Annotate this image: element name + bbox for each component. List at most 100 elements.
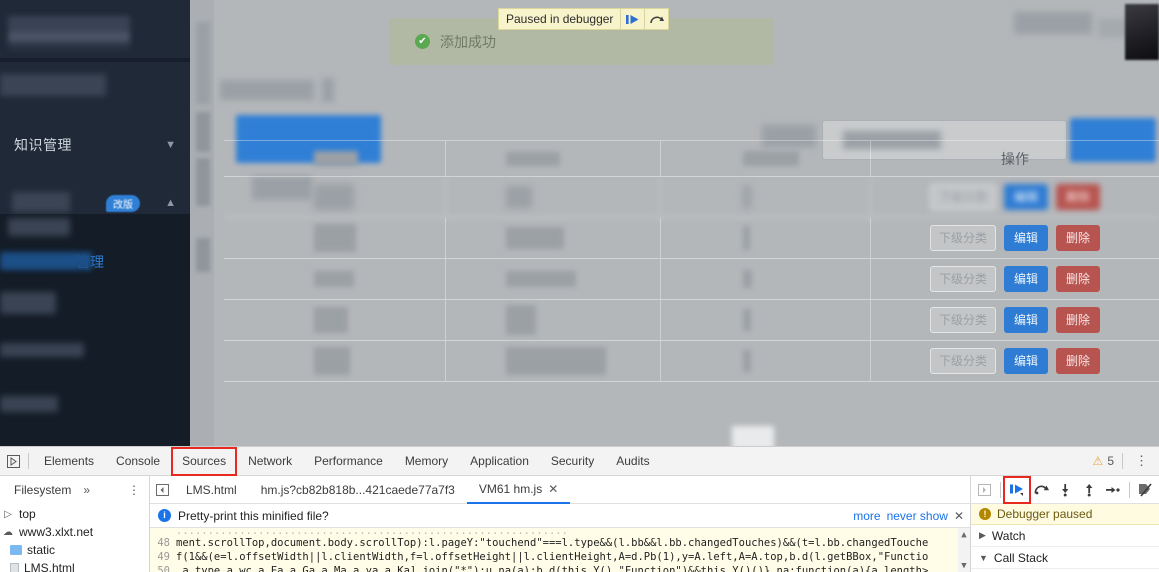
never-show-link[interactable]: never show — [887, 509, 948, 523]
sidebar-item-label: 知识管理 — [14, 137, 72, 153]
resume-script-execution-icon[interactable] — [1003, 475, 1031, 504]
tab-memory[interactable]: Memory — [394, 447, 459, 476]
table-header-cell-3 — [661, 141, 871, 176]
cell-blur — [506, 347, 606, 375]
debugger-paused-banner: ! Debugger paused — [971, 504, 1159, 525]
data-table: 操作 下级分类 编辑 删除 下级分类 编辑 删除 下级分类 编辑 删除 下级分类… — [224, 140, 1159, 446]
more-link[interactable]: more — [853, 509, 880, 523]
pane-call-stack[interactable]: ▼ Call Stack — [971, 547, 1159, 569]
editor-scrollbar[interactable]: ▲ ▼ — [958, 528, 970, 572]
folder-icon — [10, 545, 22, 555]
sidebar-subitem-blurred-2[interactable] — [0, 292, 56, 314]
code-view[interactable]: ;;;;;;;;;;;;;;;;;;;;;;;;;;;;;;;;;;;;;;;;… — [150, 528, 970, 572]
table-row: 下级分类 编辑 删除 — [224, 177, 1159, 218]
page-overlay-backdrop — [190, 0, 214, 446]
pane-watch[interactable]: ▶ Watch — [971, 525, 1159, 547]
edit-button[interactable]: 编辑 — [1004, 348, 1048, 374]
file-tab-hm-js[interactable]: hm.js?cb82b818b...421caede77a7f3 — [249, 476, 467, 504]
devtools-subtoolbar: Filesystem » ⋮ LMS.html hm.js?cb82b818b.… — [0, 475, 1159, 504]
tab-console[interactable]: Console — [105, 447, 171, 476]
table-cell — [661, 259, 871, 299]
header-blur-1 — [314, 151, 358, 166]
file-tab-lms-html[interactable]: LMS.html — [174, 476, 249, 504]
show-debugger-sidebar-icon[interactable] — [973, 479, 995, 501]
sub-category-button[interactable]: 下级分类 — [930, 266, 996, 292]
sub-category-button[interactable]: 下级分类 — [930, 184, 996, 210]
tree-item-static[interactable]: static — [0, 541, 149, 559]
pane-call-stack-label: Call Stack — [993, 550, 1048, 565]
delete-button[interactable]: 删除 — [1056, 348, 1100, 374]
cell-blur — [314, 184, 354, 210]
toolbar-divider — [28, 453, 29, 469]
cell-blur — [506, 271, 576, 287]
resume-script-icon[interactable] — [620, 8, 644, 30]
tab-sources[interactable]: Sources — [171, 446, 238, 476]
sidebar-item-blurred-1[interactable] — [0, 74, 106, 96]
table-cell-actions: 下级分类 编辑 删除 — [871, 300, 1159, 340]
table-row: 下级分类 编辑 删除 — [224, 341, 1159, 382]
warning-count[interactable]: ⚠ 5 — [1093, 454, 1114, 468]
delete-button[interactable]: 删除 — [1056, 266, 1100, 292]
scrollbar-thumb[interactable] — [196, 22, 210, 104]
scroll-up-icon[interactable]: ▲ — [961, 528, 966, 542]
inspect-element-icon[interactable] — [2, 450, 24, 472]
overlay-block-2 — [196, 158, 210, 206]
sidebar-subitem-blurred-3[interactable] — [0, 343, 84, 357]
sub-category-button[interactable]: 下级分类 — [930, 348, 996, 374]
tree-item-lms-html[interactable]: LMS.html — [0, 559, 149, 572]
tab-elements[interactable]: Elements — [33, 447, 105, 476]
tree-item-domain[interactable]: ☁ www3.xlxt.net — [0, 523, 149, 541]
scroll-down-icon[interactable]: ▼ — [961, 559, 966, 572]
cell-blur — [506, 227, 564, 249]
close-icon[interactable]: ✕ — [548, 475, 558, 503]
table-row: 下级分类 编辑 删除 — [224, 218, 1159, 259]
table-cell-actions: 下级分类 编辑 删除 — [871, 218, 1159, 258]
tab-application[interactable]: Application — [459, 447, 540, 476]
delete-button[interactable]: 删除 — [1056, 184, 1100, 210]
sidebar-subitem-blurred-4[interactable] — [0, 396, 58, 412]
cell-blur — [743, 185, 751, 209]
table-cell — [224, 341, 446, 381]
deactivate-breakpoints-icon[interactable] — [1135, 479, 1157, 501]
edit-button[interactable]: 编辑 — [1004, 225, 1048, 251]
step-out-of-current-function-icon[interactable] — [1078, 479, 1100, 501]
table-header-operations-label: 操作 — [1001, 150, 1029, 167]
sidebar-item-knowledge-management[interactable]: 知识管理 ▼ — [0, 122, 190, 168]
sub-category-button[interactable]: 下级分类 — [930, 307, 996, 333]
breadcrumb — [220, 80, 314, 100]
kebab-menu-icon[interactable]: ⋮ — [1131, 453, 1153, 469]
sidebar-item-management-active[interactable]: 管理 — [0, 242, 190, 282]
chevron-down-icon: ▼ — [165, 138, 176, 151]
sidebar-item-label-blur — [12, 192, 70, 212]
delete-button[interactable]: 删除 — [1056, 225, 1100, 251]
header-blur-3 — [743, 151, 799, 166]
tab-security[interactable]: Security — [540, 447, 605, 476]
code-line: 48 ment.scrollTop,document.body.scrollTo… — [150, 536, 970, 550]
screenshot-root: 知识管理 ▼ 改版 ▲ 管理 — [0, 0, 1159, 572]
sub-category-button[interactable]: 下级分类 — [930, 225, 996, 251]
tab-network[interactable]: Network — [237, 447, 303, 476]
code-line-text: ment.scrollTop,document.body.scrollTop):… — [176, 537, 929, 549]
kebab-menu-icon[interactable]: ⋮ — [128, 483, 141, 497]
edit-button[interactable]: 编辑 — [1004, 307, 1048, 333]
step-into-next-function-call-icon[interactable] — [1054, 479, 1076, 501]
close-icon[interactable]: ✕ — [954, 509, 964, 523]
delete-button[interactable]: 删除 — [1056, 307, 1100, 333]
cell-blur — [314, 224, 356, 252]
table-cell — [224, 300, 446, 340]
file-tab-vm61-hm-js[interactable]: VM61 hm.js ✕ — [466, 475, 571, 504]
tab-performance[interactable]: Performance — [303, 447, 394, 476]
edit-button[interactable]: 编辑 — [1004, 266, 1048, 292]
chevron-double-right-icon[interactable]: » — [83, 483, 90, 497]
table-header-cell-operations: 操作 — [871, 141, 1159, 176]
step-over-next-function-call-icon[interactable] — [1030, 479, 1052, 501]
tree-item-top[interactable]: ▷ top — [0, 505, 149, 523]
show-navigator-icon[interactable] — [150, 483, 174, 496]
avatar[interactable] — [1125, 4, 1159, 60]
sidebar-subitem-blurred-1[interactable] — [8, 218, 70, 236]
step-over-icon[interactable] — [644, 8, 668, 30]
edit-button[interactable]: 编辑 — [1004, 184, 1048, 210]
step-icon[interactable] — [1102, 479, 1124, 501]
tab-audits[interactable]: Audits — [605, 447, 660, 476]
navigator-tab-filesystem[interactable]: Filesystem — [0, 483, 71, 497]
